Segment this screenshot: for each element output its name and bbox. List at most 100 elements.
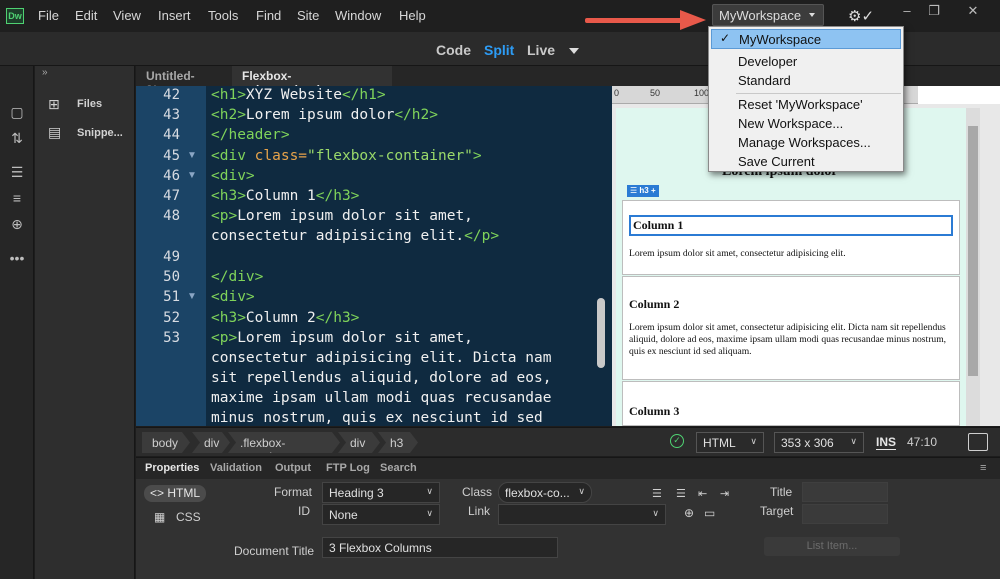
code-line: <h3>Column 1</h3> [211,188,360,204]
class-label: Class [462,485,493,499]
code-view-button[interactable]: Code [436,42,471,58]
menu-tools[interactable]: Tools [208,8,238,23]
code-scrollbar[interactable] [597,298,605,368]
document-type-select[interactable]: HTML ∨ [696,432,764,453]
column-1[interactable]: ☰ h3 + Column 1 Lorem ipsum dolor sit am… [622,185,960,275]
format-label: Format [274,485,313,499]
breadcrumb[interactable]: h3 [378,432,418,453]
code-line: </header> [211,127,290,143]
workspace-option-standard[interactable]: Standard [711,71,901,91]
window-size-select[interactable]: 353 x 306 ∨ [774,432,864,453]
unordered-list-icon[interactable]: ☰ [652,487,666,500]
menu-window[interactable]: Window [335,8,381,23]
column-text: Lorem ipsum dolor sit amet, consectetur … [629,322,947,357]
new-workspace-item[interactable]: New Workspace... [711,114,901,134]
left-toolbar: ▢ ⇅ ☰ ≡ ⊕ ••• [0,66,34,579]
manage-workspaces-item[interactable]: Manage Workspaces... [711,133,901,153]
breadcrumb[interactable]: div [338,432,380,453]
workspace-dropdown-menu: ✓ MyWorkspace Developer Standard Reset '… [708,26,904,172]
tab-output[interactable]: Output [275,462,311,474]
code-line: <p>Lorem ipsum dolor sit amet, [211,330,473,346]
code-editor[interactable]: <h1>XYZ Website</h1> <h2>Lorem ipsum dol… [206,86,610,426]
tab-flexbox-columns[interactable]: Flexbox-columns.html✕ [232,66,392,97]
open-document-icon[interactable]: ▢ [8,104,26,122]
line-number: 43 [163,107,180,123]
menu-insert[interactable]: Insert [158,8,191,23]
breadcrumb[interactable]: .flexbox-container [228,432,340,453]
indent-icon[interactable]: ⇥ [720,487,734,500]
live-scrollbar-thumb[interactable] [968,126,978,376]
chevron-down-icon[interactable] [569,48,579,54]
live-view-button[interactable]: Live [527,42,555,58]
outdent-icon[interactable]: ⇤ [698,487,712,500]
save-current-item[interactable]: Save Current [711,152,901,172]
check-circle-icon[interactable]: ✓ [670,434,684,448]
file-transfer-icon[interactable]: ⇅ [8,130,26,148]
menu-view[interactable]: View [113,8,141,23]
fold-arrow-icon[interactable]: ▼ [187,291,197,302]
target-select[interactable] [802,504,888,524]
live-scrollbar[interactable] [966,108,980,426]
menu-site[interactable]: Site [297,8,319,23]
target-icon[interactable]: ⊕ [8,216,26,234]
target-label: Target [760,504,794,518]
menu-find[interactable]: Find [256,8,281,23]
ordered-list-icon[interactable]: ☰ [676,487,690,500]
more-icon[interactable]: ••• [8,250,26,268]
title-input[interactable] [802,482,888,502]
fold-arrow-icon[interactable]: ▼ [187,150,197,161]
snippets-panel-tab[interactable]: Snippe... [77,127,123,139]
css-icon[interactable]: ▦ [154,510,165,524]
id-select[interactable]: None ∨ [322,504,440,525]
fold-arrow-icon[interactable]: ▼ [187,170,197,181]
menu-edit[interactable]: Edit [75,8,97,23]
ruler-tick: 50 [650,88,661,98]
line-number: 49 [163,249,180,265]
breadcrumb[interactable]: div [192,432,230,453]
workspace-option-myworkspace[interactable]: ✓ MyWorkspace [711,29,901,49]
menu-help[interactable]: Help [399,8,426,23]
class-select[interactable]: flexbox-co... ∨ [498,482,592,503]
collapse-panel-icon[interactable]: » [42,67,48,78]
link-input[interactable]: ∨ [498,504,666,525]
reset-workspace-item[interactable]: Reset 'MyWorkspace' [711,95,901,115]
insert-mode-toggle[interactable]: INS [876,435,897,450]
preview-icon[interactable] [968,433,988,451]
html-mode-button[interactable]: <> HTML [144,485,206,502]
column-3[interactable]: Column 3 [622,381,960,426]
breadcrumb[interactable]: body [142,432,190,453]
workspace-option-developer[interactable]: Developer [711,52,901,72]
panel-menu-icon[interactable]: ≡ [980,462,986,474]
browse-folder-icon[interactable]: ▭ [704,506,715,520]
validate-icon[interactable]: ☰ [8,164,26,182]
line-number: 50 [163,269,180,285]
close-icon[interactable]: ✕ [962,3,984,23]
element-hud[interactable]: ☰ h3 + [627,185,659,197]
list-item-button[interactable]: List Item... [764,537,900,556]
files-panel-tab[interactable]: Files [77,98,102,110]
gear-icon[interactable]: ⚙✓ [848,7,874,25]
point-to-file-icon[interactable]: ⊕ [684,506,694,520]
line-number: 48 [163,208,180,224]
annotation-arrow [585,18,685,23]
cursor-position: 47:10 [907,435,938,449]
tab-untitled-2[interactable]: Untitled-2*✕ [136,66,232,97]
tab-validation[interactable]: Validation [210,462,262,474]
format-source-icon[interactable]: ≡ [8,190,26,208]
column-heading: Column 2 [629,297,680,311]
ruler-tick: 0 [614,88,620,98]
workspace-switcher[interactable]: MyWorkspace [712,4,824,26]
format-select[interactable]: Heading 3 ∨ [322,482,440,503]
column-2[interactable]: Column 2 Lorem ipsum dolor sit amet, con… [622,276,960,380]
split-view-button[interactable]: Split [484,42,514,58]
restore-icon[interactable]: ❐ [923,3,945,23]
menu-file[interactable]: File [38,8,59,23]
column-heading[interactable]: Column 1 [629,215,953,236]
document-title-input[interactable]: 3 Flexbox Columns [322,537,558,558]
css-mode-button[interactable]: CSS [176,510,201,524]
tab-ftp-log[interactable]: FTP Log [326,462,370,474]
link-label: Link [468,504,491,518]
tab-search[interactable]: Search [380,462,417,474]
tab-properties[interactable]: Properties [145,462,199,474]
minimize-icon[interactable]: – [896,3,918,23]
